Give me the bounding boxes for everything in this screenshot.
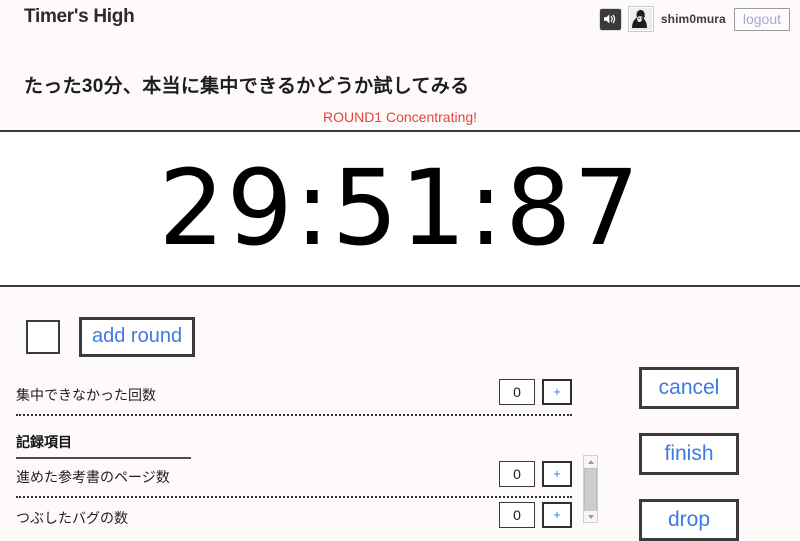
round-input[interactable] [26, 320, 60, 354]
record-controls: 0 + [499, 461, 572, 487]
round-adder: add round [26, 317, 196, 357]
miss-counter-row: 集中できなかった回数 0 + [16, 375, 572, 416]
miss-counter-input[interactable]: 0 [499, 379, 535, 405]
miss-counter-label: 集中できなかった回数 [16, 387, 156, 403]
record-input[interactable]: 0 [499, 502, 535, 528]
avatar[interactable] [628, 7, 653, 31]
scrollbar-thumb[interactable] [584, 468, 597, 512]
action-buttons: cancel finish drop [639, 367, 739, 541]
miss-counter-plus-button[interactable]: + [542, 379, 572, 405]
app-header: Timer's High shim0mura logout [0, 0, 800, 56]
app-page: Timer's High shim0mura logout たった30分、本当に… [0, 0, 800, 541]
records-list: 進めた参考書のページ数 0 + つぶしたバグの数 0 + [0, 457, 600, 536]
record-label: つぶしたバグの数 [16, 510, 128, 526]
record-row: 進めた参考書のページ数 0 + [16, 457, 572, 498]
record-label: 進めた参考書のページ数 [16, 469, 170, 485]
timer-area: 29:51:87 [0, 132, 800, 284]
add-round-button[interactable]: add round [79, 317, 196, 357]
drop-button[interactable]: drop [639, 499, 739, 541]
record-input[interactable]: 0 [499, 461, 535, 487]
timer-value: 29:51:87 [158, 147, 642, 269]
record-controls: 0 + [499, 502, 572, 528]
user-name: shim0mura [660, 12, 726, 26]
scroll-down-arrow-icon[interactable] [584, 511, 597, 522]
app-title: Timer's High [24, 6, 135, 27]
record-row: つぶしたバグの数 0 + [16, 498, 572, 536]
header-user-area: shim0mura logout [599, 7, 790, 31]
finish-button[interactable]: finish [639, 433, 739, 475]
record-plus-button[interactable]: + [542, 461, 572, 487]
records-scrollbar[interactable] [583, 455, 598, 523]
record-plus-button[interactable]: + [542, 502, 572, 528]
speaker-icon[interactable] [599, 8, 621, 30]
scroll-up-arrow-icon[interactable] [584, 456, 597, 467]
records-section-title: 記録項目 [16, 432, 191, 459]
body-panel: add round 集中できなかった回数 0 + 記録項目 進めた参考書のページ… [0, 287, 800, 541]
miss-counter-controls: 0 + [499, 379, 572, 405]
cancel-button[interactable]: cancel [639, 367, 739, 409]
round-status: ROUND1 Concentrating! [322, 109, 478, 125]
logout-button[interactable]: logout [733, 7, 790, 31]
task-title: たった30分、本当に集中できるかどうか試してみる [24, 76, 470, 97]
